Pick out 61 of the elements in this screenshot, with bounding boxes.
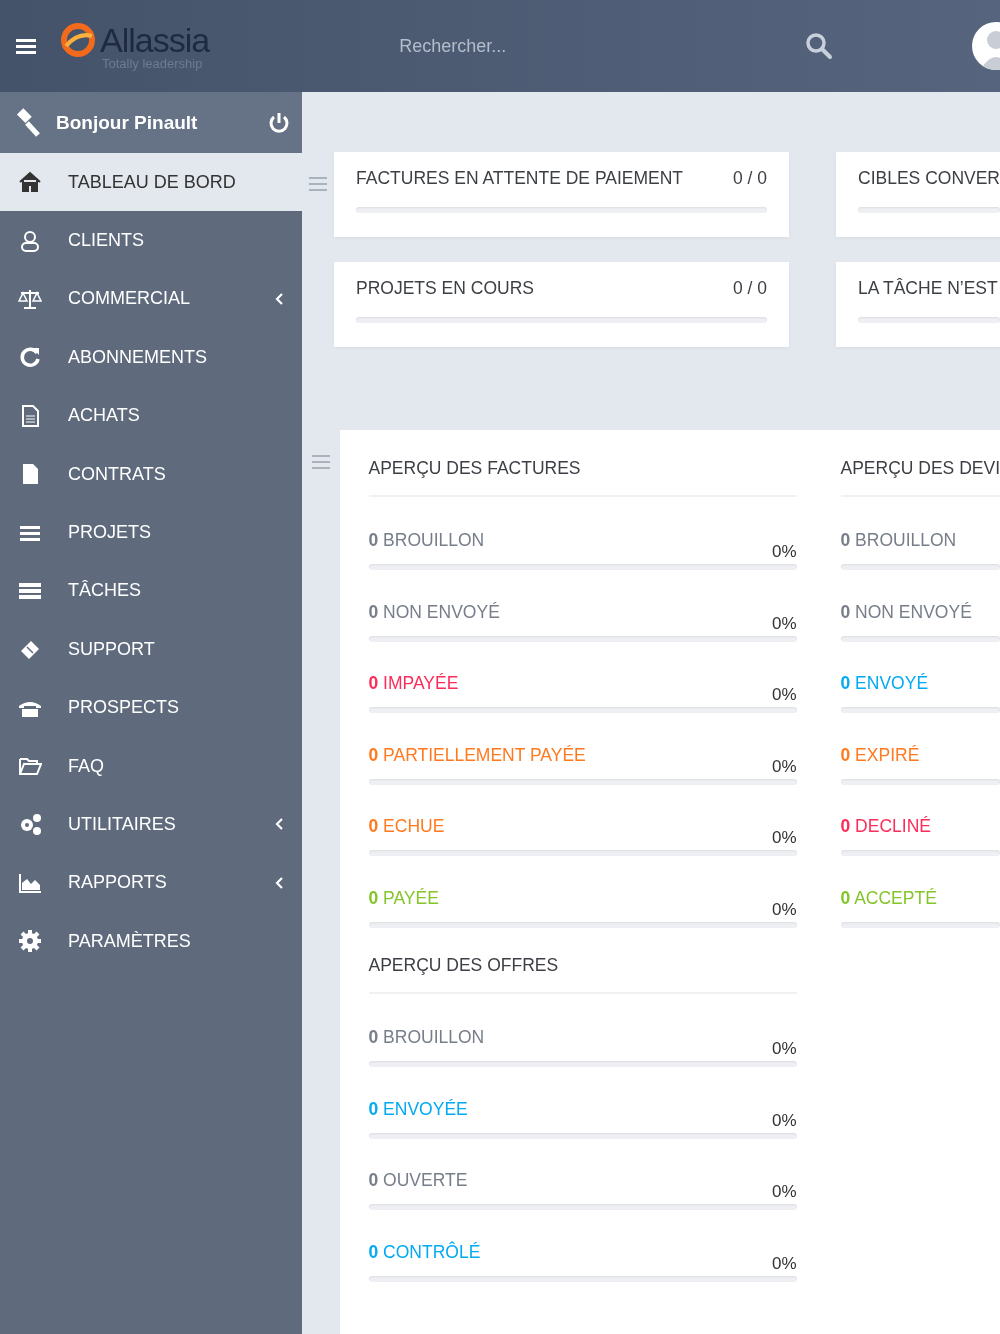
status-label: 0 EXPIRÉ: [840, 744, 920, 766]
status-label: 0 DECLINÉ: [840, 816, 931, 837]
nav-item[interactable]: TÂCHES: [0, 561, 302, 621]
drag-handle-icon[interactable]: [309, 177, 327, 191]
status-label: 0 ACCEPTÉ: [840, 887, 937, 909]
nav-item[interactable]: PROJETS: [0, 503, 302, 562]
status-label: 0 IMPAYÉE: [368, 673, 459, 694]
search-field[interactable]: Rechercher...: [397, 34, 702, 58]
section-title: APERÇU DES OFFRES: [368, 955, 797, 994]
greeting-text: Bonjour Pinault: [56, 111, 199, 134]
percent-text: 0%: [771, 1038, 797, 1059]
drag-handle-icon[interactable]: [311, 455, 330, 469]
status-label: 0 ECHUE: [368, 816, 445, 837]
user-icon: [18, 228, 42, 253]
nav-item[interactable]: PROSPECTS: [0, 678, 302, 737]
percent-text: 0%: [771, 1252, 797, 1274]
swirl-logo-icon: [60, 21, 96, 58]
percent-text: 0%: [771, 612, 797, 634]
percent-text: 0%: [771, 684, 797, 705]
status-label: 0 ENVOYÉ: [840, 673, 929, 694]
percent-text: 0%: [771, 827, 797, 848]
status-label: 0 PARTIELLEMENT PAYÉE: [368, 744, 586, 766]
menu-icon[interactable]: [16, 38, 36, 54]
percent-text: 0%: [771, 1181, 797, 1202]
refresh-icon: [18, 345, 42, 370]
status-label: 0 ENVOYÉE: [368, 1098, 468, 1120]
status-label: 0 PAYÉE: [368, 887, 439, 909]
nav-item[interactable]: ACHATS: [0, 386, 302, 445]
settings-icon: [18, 929, 42, 954]
stat-title: LA TÂCHE N’EST: [858, 278, 998, 299]
status-label: 0 NON ENVOYÉ: [840, 601, 972, 623]
power-icon[interactable]: [268, 111, 290, 134]
stat-title: CIBLES CONVER: [858, 168, 1000, 189]
nav-item[interactable]: PARAMÈTRES: [0, 912, 302, 971]
home-icon: [18, 170, 42, 195]
percent-text: 0%: [771, 541, 797, 562]
nav-item[interactable]: RAPPORTS: [0, 853, 302, 913]
status-label: 0 CONTRÔLÉ: [368, 1241, 481, 1263]
search-icon[interactable]: [805, 32, 834, 60]
stat-value: 0 / 0: [732, 168, 767, 189]
section-title: APERÇU DES DEVI: [840, 458, 1000, 497]
status-label: 0 NON ENVOYÉ: [368, 601, 500, 623]
percent-text: 0%: [771, 755, 797, 777]
stat-title: FACTURES EN ATTENTE DE PAIEMENT: [356, 168, 684, 189]
status-label: 0 OUVERTE: [368, 1170, 468, 1191]
nav-item[interactable]: COMMERCIAL: [0, 269, 302, 329]
nav-item[interactable]: CLIENTS: [0, 211, 302, 270]
status-label: 0 BROUILLON: [368, 530, 485, 551]
nav-item[interactable]: ABONNEMENTS: [0, 328, 302, 387]
status-label: 0 BROUILLON: [840, 530, 957, 551]
stat-value: 0 / 0: [732, 278, 767, 299]
percent-text: 0%: [771, 1109, 797, 1131]
percent-text: 0%: [771, 898, 797, 920]
status-label: 0 BROUILLON: [368, 1027, 485, 1048]
section-title: APERÇU DES FACTURES: [368, 458, 797, 497]
nav-item[interactable]: FAQ: [0, 736, 302, 796]
nav-item[interactable]: UTILITAIRES: [0, 795, 302, 854]
nav-item[interactable]: CONTRATS: [0, 444, 302, 504]
nav-item[interactable]: SUPPORT: [0, 620, 302, 679]
nav-item[interactable]: TABLEAU DE BORD: [0, 153, 302, 212]
stat-title: PROJETS EN COURS: [356, 278, 534, 299]
